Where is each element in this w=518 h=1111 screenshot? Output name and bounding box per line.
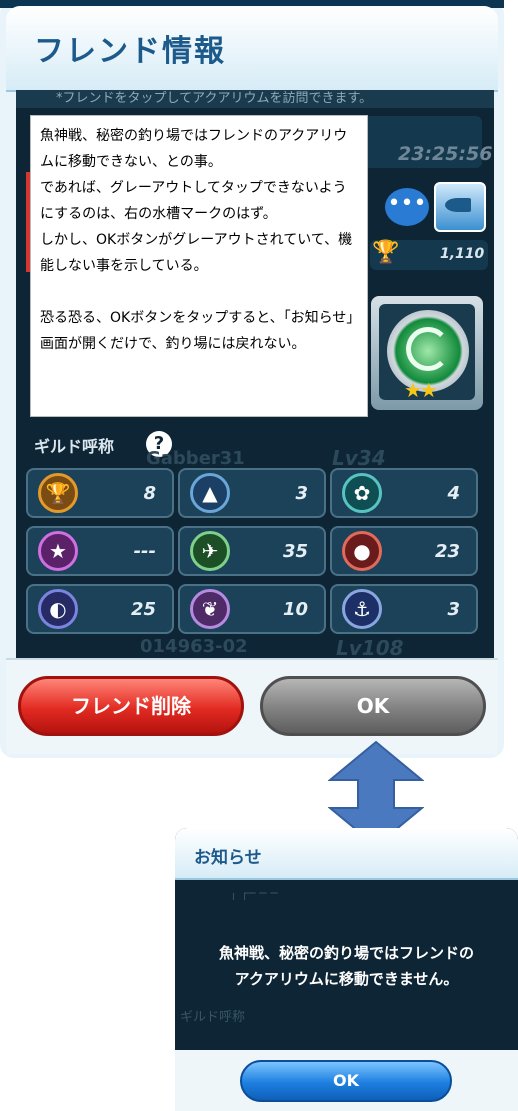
guild-title-cell: ✿ 4 — [330, 468, 478, 518]
shark-icon: ▲ — [190, 473, 230, 513]
guild-title-value: 35 — [282, 541, 308, 562]
background-friend-name: Gabber31 — [146, 448, 245, 469]
notice-message-line: アクアリウムに移動できません。 — [234, 970, 459, 988]
guild-title-value: --- — [133, 541, 156, 562]
ok-button-disabled[interactable]: OK — [260, 676, 486, 736]
note-line: しかし、OKボタンがグレーアウトされていて、機能しない事を示している。 — [40, 232, 353, 274]
background-friend-level: Lv108 — [336, 636, 404, 660]
guild-title-label: ギルド呼称 — [34, 437, 115, 456]
chat-bubble-icon[interactable]: ••• — [385, 188, 429, 226]
guild-title-cell: ▲ 3 — [178, 468, 326, 518]
guild-title-value: 3 — [295, 483, 308, 504]
bomb-icon: ● — [342, 531, 382, 571]
fish-icon — [445, 198, 471, 212]
note-blank-line — [40, 279, 358, 305]
rank-stars-icon: ★★ — [404, 378, 438, 402]
rabbit-icon: ❦ — [190, 589, 230, 629]
guild-title-value: 8 — [143, 483, 156, 504]
star-icon: ★ — [38, 531, 78, 571]
background-decor: ギルド呼称 — [180, 1010, 246, 1025]
notice-message-line: 魚神戦、秘密の釣り場ではフレンドの — [218, 944, 474, 962]
ship-icon: ⚓ — [342, 589, 382, 629]
guild-title-cell: ★ --- — [26, 526, 174, 576]
notice-ok-button[interactable]: OK — [240, 1060, 452, 1102]
paw-icon: ✿ — [342, 473, 382, 513]
guild-title-value: 23 — [434, 541, 460, 562]
visit-hint-text: *フレンドをタップしてアクアリウムを訪問できます。 — [16, 90, 494, 108]
background-friend-level: Lv34 — [332, 446, 386, 470]
background-decor: ╷ ┌─ ─ ─ — [230, 886, 278, 900]
guild-title-cell: ◐ 25 — [26, 584, 174, 634]
bird-icon: ✈ — [190, 531, 230, 571]
guild-title-cell: ⚓ 3 — [330, 584, 478, 634]
delete-friend-button[interactable]: フレンド削除 — [18, 676, 244, 736]
notice-title: お知らせ — [194, 848, 262, 868]
guild-title-value: 3 — [447, 599, 460, 620]
guild-title-cell: ● 23 — [330, 526, 478, 576]
guild-title-cell: 🏆 8 — [26, 468, 174, 518]
timer-text: 23:25:56 — [398, 143, 493, 165]
notice-message: 魚神戦、秘密の釣り場ではフレンドの アクアリウムに移動できません。 — [180, 940, 513, 992]
note-line: 恐る恐る、OKボタンをタップすると、「お知らせ」画面が開くだけで、釣り場には戻れ… — [40, 310, 354, 352]
spiral-emblem-icon — [406, 327, 450, 371]
guild-title-cell: ✈ 35 — [178, 526, 326, 576]
annotation-note: 魚神戦、秘密の釣り場ではフレンドのアクアリウムに移動できない、との事。 であれば… — [30, 115, 368, 417]
trophy-count: 1,110 — [440, 246, 485, 262]
guild-title-value: 10 — [282, 599, 308, 620]
trophy-icon: 🏆 — [372, 240, 400, 265]
note-line: 魚神戦、秘密の釣り場ではフレンドのアクアリウムに移動できない、との事。 — [40, 128, 348, 170]
note-line: であれば、グレーアウトしてタップできないようにするのは、右の水槽マークのはず。 — [40, 180, 347, 222]
mask-icon: ◐ — [38, 589, 78, 629]
trophy-icon: 🏆 — [38, 473, 78, 513]
dialog-title: フレンド情報 — [34, 34, 226, 69]
guild-title-value: 25 — [130, 599, 156, 620]
guild-title-value: 4 — [447, 483, 460, 504]
background-friend-id: 014963-02 — [140, 636, 248, 657]
guild-title-cell: ❦ 10 — [178, 584, 326, 634]
